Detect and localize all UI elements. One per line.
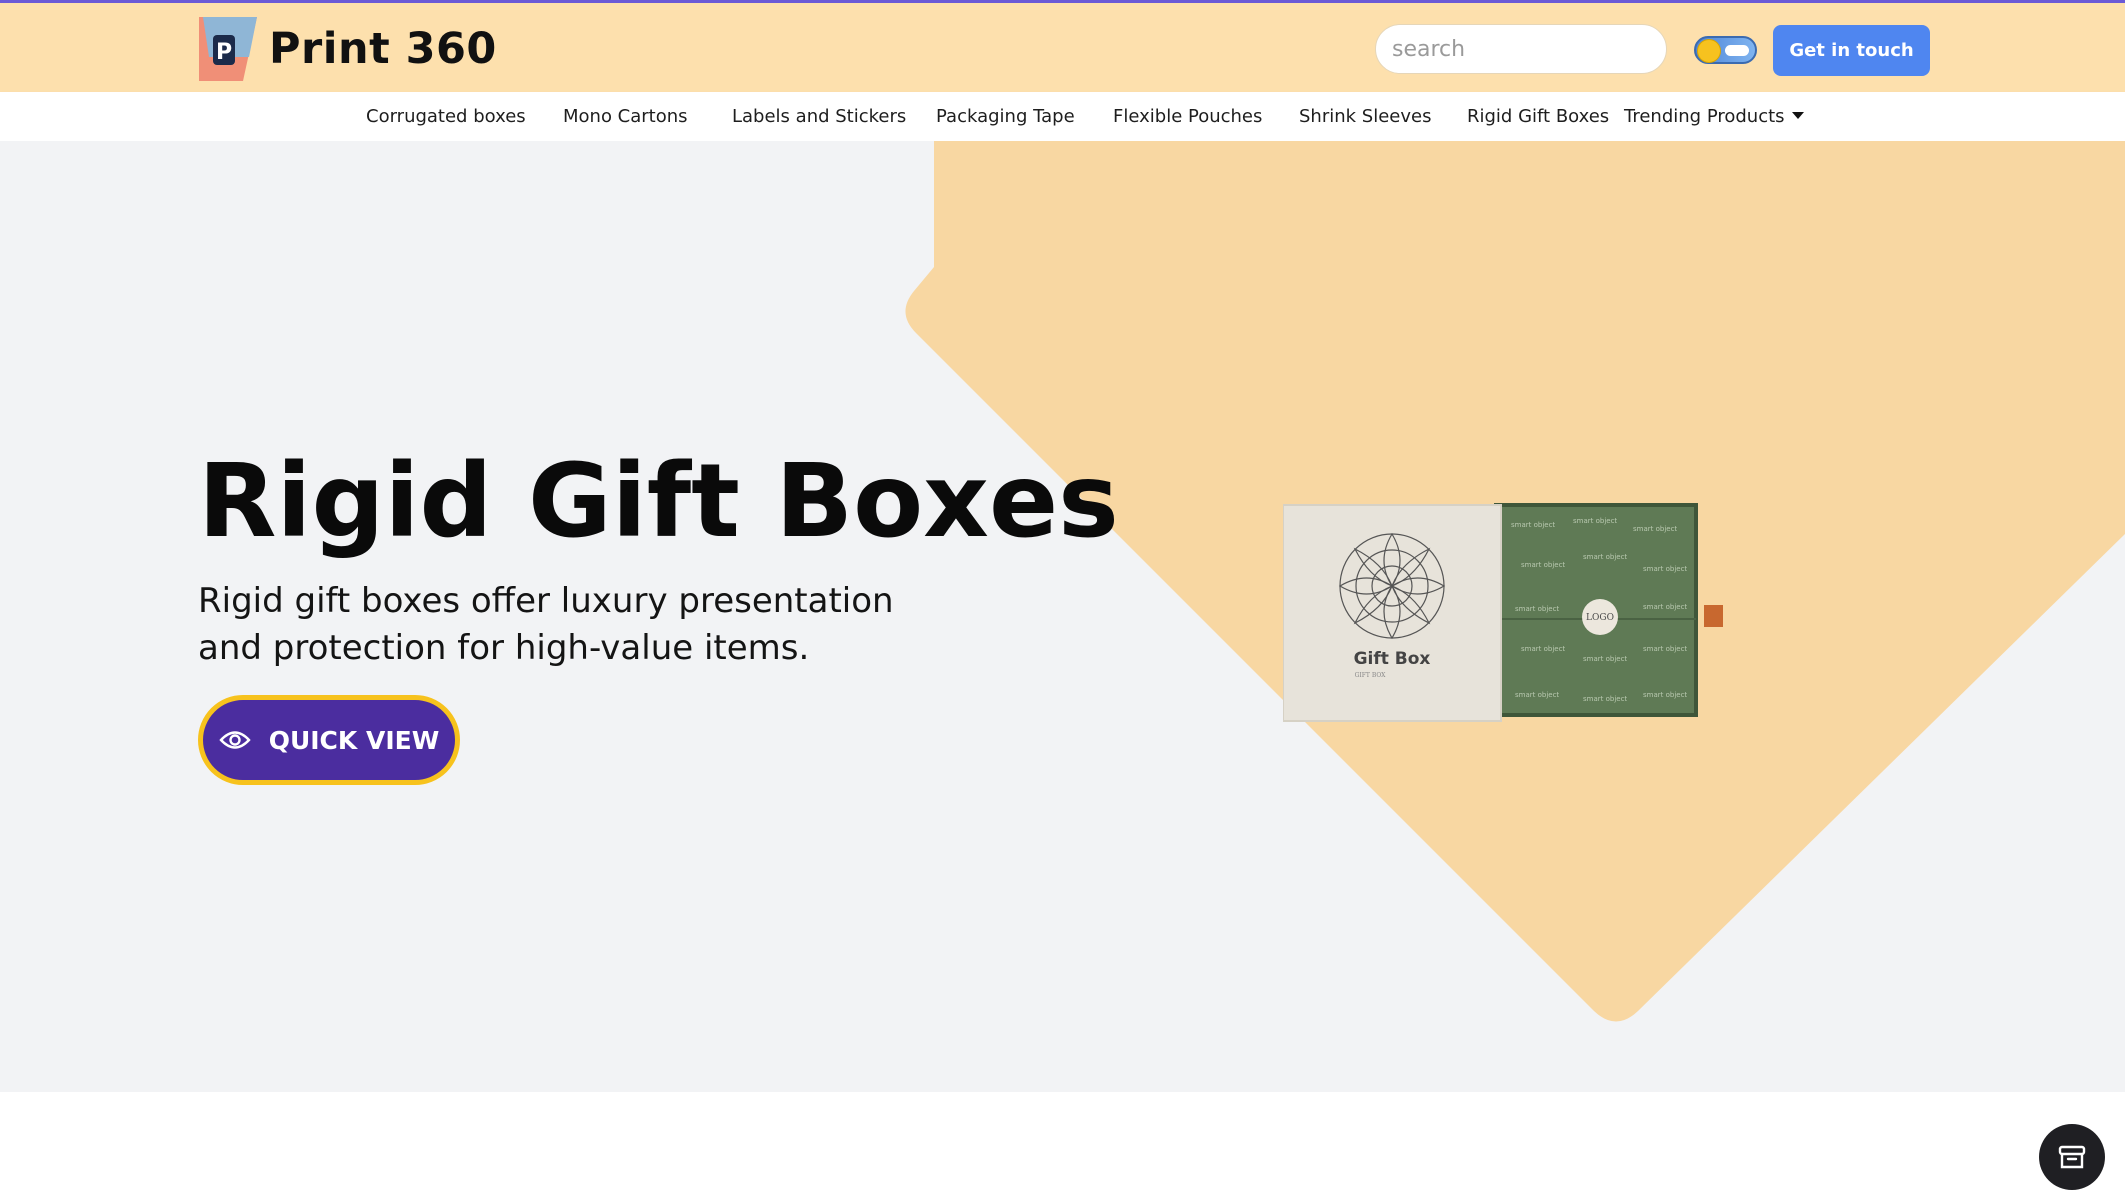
search-box[interactable] bbox=[1375, 24, 1668, 74]
nav-item-flexible-pouches[interactable]: Flexible Pouches bbox=[1113, 92, 1262, 141]
hero-section: Rigid Gift Boxes Rigid gift boxes offer … bbox=[0, 141, 2125, 1092]
page: P Print 360 Get in touch Corrugated boxe… bbox=[0, 0, 2125, 1194]
sleeve-title: Gift Box bbox=[1354, 649, 1431, 669]
nav-item-corrugated-boxes[interactable]: Corrugated boxes bbox=[366, 92, 526, 141]
gift-box-product-image: smart object smart object smart object s… bbox=[1283, 503, 1723, 722]
cart-icon bbox=[2058, 1145, 2086, 1169]
quick-view-label: QUICK VIEW bbox=[268, 725, 440, 755]
svg-text:smart object: smart object bbox=[1643, 645, 1687, 653]
sun-icon bbox=[1698, 40, 1720, 62]
eye-icon bbox=[219, 731, 251, 749]
svg-text:smart object: smart object bbox=[1583, 553, 1627, 561]
quick-view-button[interactable]: QUICK VIEW bbox=[198, 695, 460, 785]
hero-subtitle: Rigid gift boxes offer luxury presentati… bbox=[198, 581, 894, 668]
header: P Print 360 Get in touch bbox=[0, 3, 2125, 92]
nav-item-shrink-sleeves[interactable]: Shrink Sleeves bbox=[1299, 92, 1431, 141]
tray-logo-text: LOGO bbox=[1586, 613, 1614, 623]
search-input[interactable] bbox=[1390, 35, 1668, 63]
svg-text:smart object: smart object bbox=[1583, 655, 1627, 663]
svg-text:smart object: smart object bbox=[1521, 561, 1565, 569]
nav-item-trending-products[interactable]: Trending Products bbox=[1624, 92, 1804, 141]
logo-mark-icon: P bbox=[199, 17, 257, 81]
nav-item-packaging-tape[interactable]: Packaging Tape bbox=[936, 92, 1075, 141]
nav-item-rigid-gift-boxes[interactable]: Rigid Gift Boxes bbox=[1467, 92, 1609, 141]
caret-down-icon bbox=[1791, 111, 1804, 119]
svg-text:smart object: smart object bbox=[1573, 517, 1617, 525]
sleeve-subtitle: GIFT BOX bbox=[1355, 672, 1387, 679]
svg-text:P: P bbox=[216, 40, 232, 65]
logo[interactable]: P Print 360 bbox=[199, 17, 497, 81]
svg-text:smart object: smart object bbox=[1643, 691, 1687, 699]
nav-item-trending-label: Trending Products bbox=[1624, 106, 1785, 127]
svg-text:smart object: smart object bbox=[1643, 603, 1687, 611]
theme-toggle[interactable] bbox=[1694, 36, 1757, 64]
brand-name: Print 360 bbox=[269, 24, 497, 74]
svg-text:smart object: smart object bbox=[1583, 695, 1627, 703]
cart-button[interactable] bbox=[2039, 1124, 2105, 1190]
svg-text:smart object: smart object bbox=[1633, 525, 1677, 533]
pattern-text: smart object bbox=[1511, 521, 1555, 529]
svg-text:smart object: smart object bbox=[1515, 605, 1559, 613]
svg-text:smart object: smart object bbox=[1521, 645, 1565, 653]
svg-text:smart object: smart object bbox=[1643, 565, 1687, 573]
nav-item-mono-cartons[interactable]: Mono Cartons bbox=[563, 92, 688, 141]
get-in-touch-button[interactable]: Get in touch bbox=[1773, 25, 1930, 76]
cloud-icon bbox=[1725, 45, 1749, 56]
svg-text:smart object: smart object bbox=[1515, 691, 1559, 699]
hero-title: Rigid Gift Boxes bbox=[198, 442, 1119, 561]
nav-item-labels-stickers[interactable]: Labels and Stickers bbox=[732, 92, 906, 141]
main-nav: Corrugated boxes Mono Cartons Labels and… bbox=[0, 92, 2125, 141]
